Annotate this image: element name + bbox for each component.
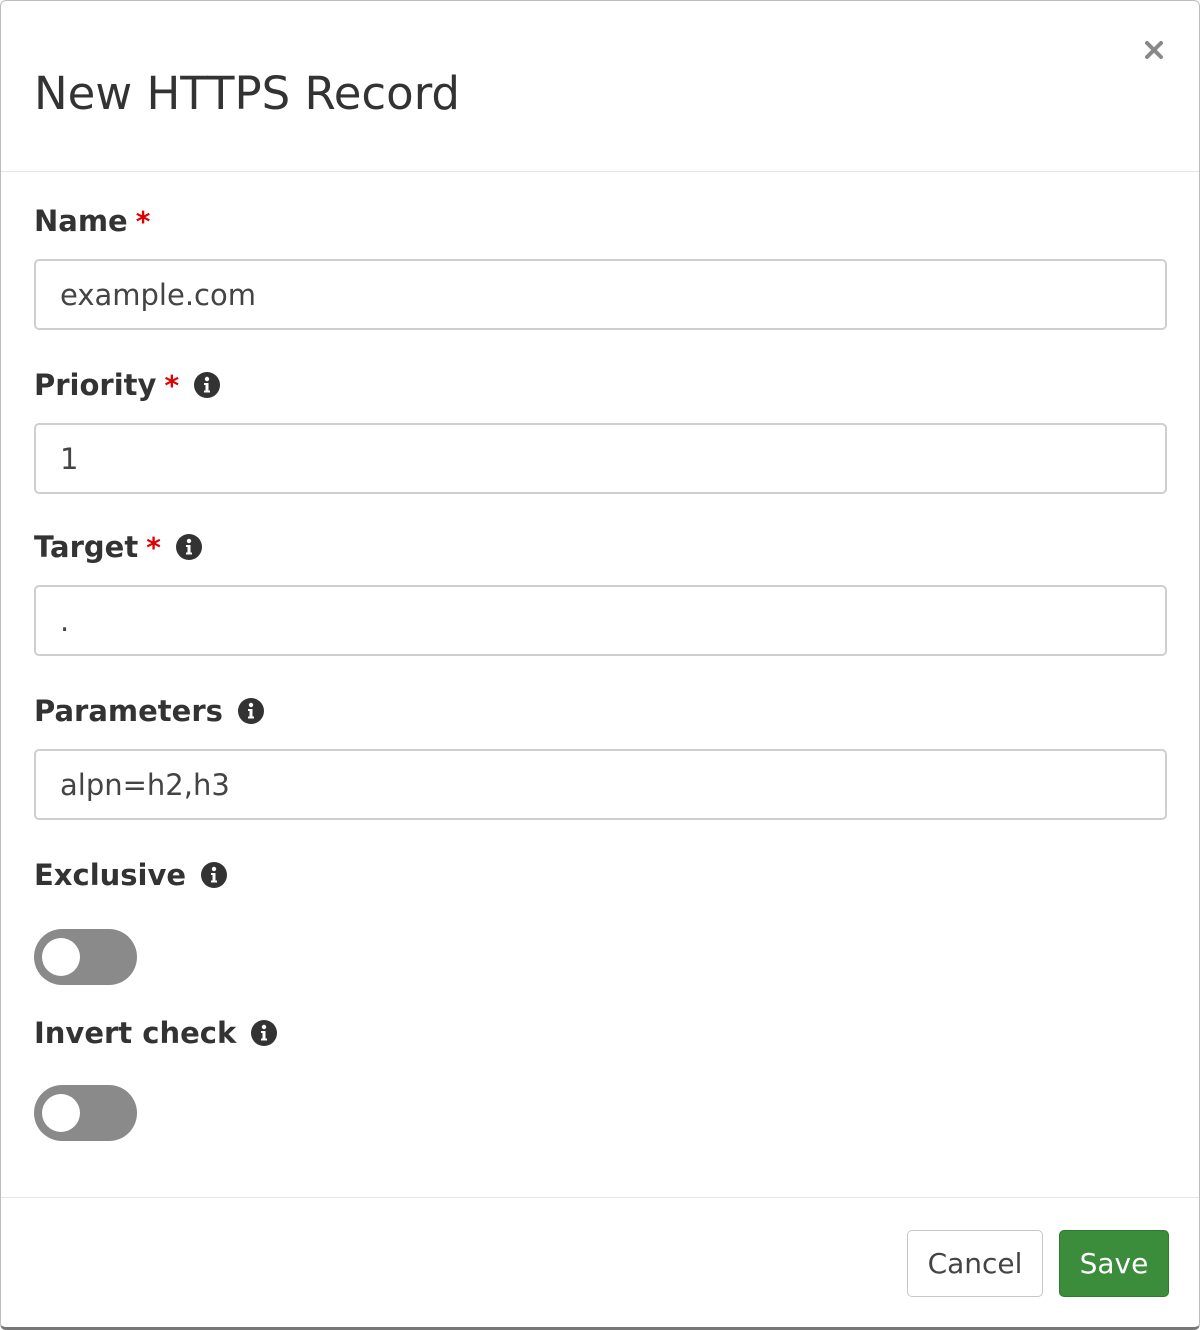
info-icon[interactable] xyxy=(193,371,221,399)
target-label: Target * xyxy=(34,527,203,567)
save-button[interactable]: Save xyxy=(1059,1230,1169,1297)
exclusive-label-text: Exclusive xyxy=(34,858,187,892)
dialog-footer: Cancel Save xyxy=(1,1197,1199,1328)
name-label: Name * xyxy=(34,201,150,241)
info-icon[interactable] xyxy=(175,533,203,561)
cancel-button[interactable]: Cancel xyxy=(907,1230,1043,1297)
required-marker: * xyxy=(164,368,180,402)
parameters-input[interactable] xyxy=(34,749,1167,820)
info-icon[interactable] xyxy=(200,861,228,889)
toggle-knob xyxy=(42,1094,80,1132)
target-label-text: Target xyxy=(34,530,139,564)
target-input[interactable] xyxy=(34,585,1167,656)
info-icon[interactable] xyxy=(237,697,265,725)
required-marker: * xyxy=(135,204,151,238)
exclusive-toggle[interactable] xyxy=(34,929,137,985)
invert-check-label: Invert check xyxy=(34,1013,278,1053)
close-icon xyxy=(1145,41,1163,59)
priority-label: Priority * xyxy=(34,365,221,405)
parameters-label-text: Parameters xyxy=(34,694,223,728)
dialog-header: New HTTPS Record xyxy=(1,1,1199,172)
info-icon[interactable] xyxy=(250,1019,278,1047)
new-record-dialog: New HTTPS Record Name * Priority * xyxy=(0,0,1200,1330)
name-input[interactable] xyxy=(34,259,1167,330)
close-button[interactable] xyxy=(1137,33,1171,67)
parameters-label: Parameters xyxy=(34,691,265,731)
required-marker: * xyxy=(146,530,161,564)
dialog-title: New HTTPS Record xyxy=(34,67,460,120)
priority-label-text: Priority xyxy=(34,368,157,402)
toggle-knob xyxy=(42,938,80,976)
invert-check-label-text: Invert check xyxy=(34,1016,237,1050)
exclusive-label: Exclusive xyxy=(34,855,228,895)
invert-check-toggle[interactable] xyxy=(34,1085,137,1141)
dialog-body: Name * Priority * Target * xyxy=(1,172,1199,1197)
priority-input[interactable] xyxy=(34,423,1167,494)
name-label-text: Name xyxy=(34,204,128,238)
